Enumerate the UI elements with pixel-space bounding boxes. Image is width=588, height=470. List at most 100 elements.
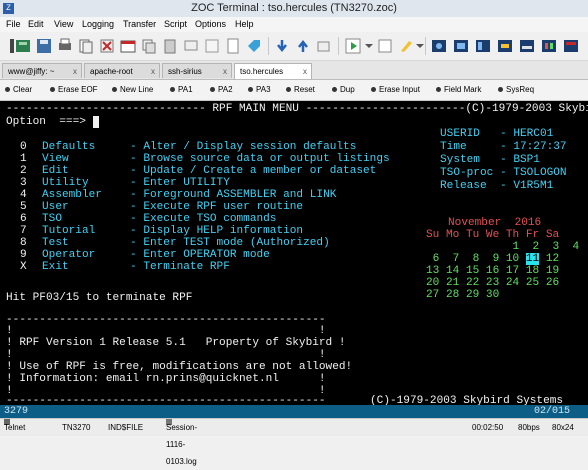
- info-box-license: ! Use of RPF is free, modifications are …: [6, 361, 353, 373]
- emulation-icon[interactable]: [496, 37, 514, 55]
- pa2-key-button[interactable]: PA2: [210, 84, 233, 95]
- close-icon[interactable]: x: [151, 64, 155, 79]
- window-icon[interactable]: [119, 37, 137, 55]
- keyboard-icon[interactable]: [518, 37, 536, 55]
- menu-help[interactable]: Help: [235, 19, 254, 29]
- layout-icon[interactable]: [474, 37, 492, 55]
- close-icon[interactable]: x: [223, 64, 227, 79]
- tab-www-jiffy[interactable]: www@jiffy: ~ x: [2, 63, 82, 78]
- hint-text: Hit PF03/15 to terminate RPF: [6, 292, 193, 304]
- download-icon[interactable]: [273, 37, 291, 55]
- bullet-icon: [5, 87, 10, 93]
- menu-option-tso[interactable]: 6 TSO - Execute TSO commands: [20, 213, 276, 225]
- menu-option-utility[interactable]: 3 Utility - Enter UTILITY: [20, 177, 230, 189]
- bullet-icon: [286, 87, 291, 93]
- bullet-icon: [498, 87, 503, 93]
- chat-icon[interactable]: [182, 37, 200, 55]
- menu-option-test[interactable]: 8 Test - Enter TEST mode (Authorized): [20, 237, 330, 249]
- new-line-key-button[interactable]: New Line: [112, 84, 153, 95]
- menu-option-defaults[interactable]: 0 Defaults - Alter / Display session defau…: [20, 141, 356, 153]
- erase-input-key-button[interactable]: Erase Input: [371, 84, 420, 95]
- menu-option-assembler[interactable]: 4 Assembler - Foreground ASSEMBLER and LIN…: [20, 189, 336, 201]
- tab-label: www@jiffy: ~: [8, 67, 55, 76]
- reset-key-button[interactable]: Reset: [286, 84, 315, 95]
- clear-key-button[interactable]: Clear: [5, 84, 32, 95]
- session-time: Time - 17:27:37: [440, 141, 567, 153]
- field-mark-key-button[interactable]: Field Mark: [436, 84, 481, 95]
- terminal-screen[interactable]: ------------------------------ RPF MAIN …: [0, 101, 588, 405]
- bullet-icon: [112, 87, 117, 93]
- menu-script[interactable]: Script: [164, 19, 187, 29]
- operator-info-area: 3279 02/015: [0, 405, 588, 418]
- menu-option-view[interactable]: 1 View - Browse source data or output list…: [20, 153, 390, 165]
- close-icon[interactable]: x: [303, 64, 307, 79]
- status-size: 80x24: [552, 423, 574, 432]
- menu-header: ------------------------------ RPF MAIN …: [6, 103, 588, 115]
- tag-icon[interactable]: [245, 37, 263, 55]
- tab-ssh-sirius[interactable]: ssh-sirius x: [162, 63, 232, 78]
- title-bar: Z ZOC Terminal : tso.hercules (TN3270.zo…: [0, 0, 588, 17]
- calendar-week-4: 20 21 22 23 24 25 26: [426, 277, 560, 289]
- calendar-week-3: 13 14 15 16 17 18 19: [426, 265, 560, 277]
- print-icon[interactable]: [56, 37, 74, 55]
- menu-option-user[interactable]: 5 User - Execute RPF user routine: [20, 201, 303, 213]
- sysreq-key-button[interactable]: SysReq: [498, 84, 534, 95]
- save-icon[interactable]: [35, 37, 53, 55]
- bullet-icon: [210, 87, 215, 93]
- status-bar: Telnet TN3270 IND$FILE Session-1116-0103…: [0, 418, 588, 466]
- session-system: System - BSP1: [440, 154, 540, 166]
- pages-icon[interactable]: [77, 37, 95, 55]
- paste-icon[interactable]: [161, 37, 179, 55]
- menu-transfer[interactable]: Transfer: [123, 19, 156, 29]
- menu-file[interactable]: File: [6, 19, 21, 29]
- document-icon[interactable]: [224, 37, 242, 55]
- menu-bar: File Edit View Logging Transfer Script O…: [0, 17, 588, 32]
- erase-eof-key-button[interactable]: Erase EOF: [50, 84, 98, 95]
- script-edit-icon[interactable]: [376, 37, 394, 55]
- cursor-block[interactable]: [92, 116, 100, 128]
- calendar-title: November 2016: [448, 217, 542, 229]
- options-icon[interactable]: [452, 37, 470, 55]
- menu-view[interactable]: View: [54, 19, 73, 29]
- copy-icon[interactable]: [140, 37, 158, 55]
- close-icon[interactable]: x: [73, 64, 77, 79]
- copyright-footer: (C)-1979-2003 Skybird Systems: [370, 395, 564, 405]
- menu-option-edit[interactable]: 2 Edit - Update / Create a member or datas…: [20, 165, 376, 177]
- pa3-key-button[interactable]: PA3: [248, 84, 271, 95]
- upload-icon[interactable]: [294, 37, 312, 55]
- disconnect-icon[interactable]: [98, 37, 116, 55]
- tab-apache-root[interactable]: apache-root x: [84, 63, 160, 78]
- menu-option-exit[interactable]: X Exit - Terminate RPF: [20, 261, 230, 273]
- toolbar: [0, 32, 588, 61]
- color-icon[interactable]: [540, 37, 558, 55]
- tab-label: tso.hercules: [240, 67, 284, 76]
- edit-dropdown-icon[interactable]: [411, 37, 429, 55]
- menu-options[interactable]: Options: [195, 19, 226, 29]
- info-box-blank: ! !: [6, 325, 326, 337]
- info-box-blank: ! !: [6, 349, 326, 361]
- session-release: Release - V1R5M1: [440, 180, 554, 192]
- info-box-contact: ! Information: email rn.prins@quicknet.n…: [6, 373, 326, 385]
- menu-option-operator[interactable]: 9 Operator - Enter OPERATOR mode: [20, 249, 270, 261]
- status-speed: 80bps: [518, 423, 540, 432]
- settings-icon[interactable]: [430, 37, 448, 55]
- status-emulation: TN3270: [62, 423, 91, 432]
- menu-edit[interactable]: Edit: [28, 19, 44, 29]
- menu-logging[interactable]: Logging: [82, 19, 114, 29]
- transfer-icon[interactable]: [315, 37, 333, 55]
- address-book-icon[interactable]: [14, 37, 32, 55]
- dup-key-button[interactable]: Dup: [332, 84, 355, 95]
- key-bar: Clear Erase EOF New Line PA1 PA2 PA3 Res…: [0, 80, 588, 101]
- session-userid: USERID - HERC01: [440, 128, 554, 140]
- session-tso-proc: TSO-proc - TSOLOGON: [440, 167, 567, 179]
- notes-icon[interactable]: [203, 37, 221, 55]
- tab-tso-hercules[interactable]: tso.hercules x: [234, 63, 312, 79]
- calendar-week-5: 27 28 29 30: [426, 289, 500, 301]
- info-box-bottom: ----------------------------------------…: [6, 395, 326, 405]
- menu-option-tutorial[interactable]: 7 Tutorial - Display HELP information: [20, 225, 303, 237]
- status-transfer: IND$FILE: [108, 423, 144, 432]
- bullet-icon: [371, 87, 376, 93]
- window-settings-icon[interactable]: [562, 37, 580, 55]
- window-title: ZOC Terminal : tso.hercules (TN3270.zoc): [191, 2, 397, 14]
- pa1-key-button[interactable]: PA1: [170, 84, 193, 95]
